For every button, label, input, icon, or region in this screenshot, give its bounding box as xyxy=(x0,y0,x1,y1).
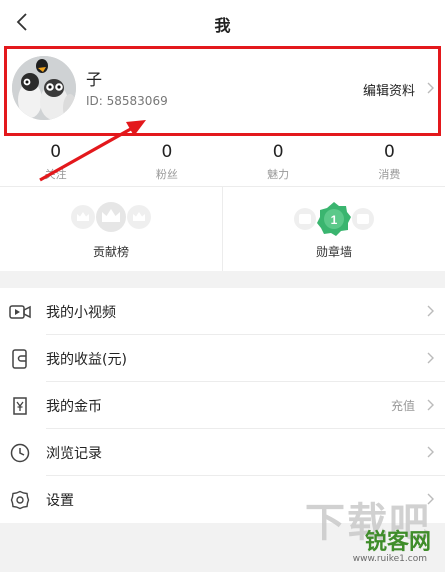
menu-item-my-coins[interactable]: 我的金币 充值 xyxy=(0,382,445,429)
stat-fans[interactable]: 0 粉丝 xyxy=(111,142,222,186)
chevron-right-icon xyxy=(427,446,434,458)
section-gap xyxy=(0,271,445,288)
page-title: 我 xyxy=(214,16,231,35)
crowns-icon xyxy=(71,202,151,232)
medal-wall-button[interactable]: 1 勋章墙 xyxy=(222,187,445,271)
chevron-right-icon xyxy=(427,82,434,94)
stat-spending[interactable]: 0 消费 xyxy=(334,142,445,186)
stat-label: 关注 xyxy=(44,168,67,181)
profile-card[interactable]: 子 ID: 58583069 编辑资料 xyxy=(0,44,445,142)
stat-label: 消费 xyxy=(378,168,401,181)
menu-item-label: 浏览记录 xyxy=(46,445,102,462)
chevron-right-icon xyxy=(427,352,434,364)
wallet-icon xyxy=(9,348,31,370)
watermark-text: www.ruike1.com xyxy=(352,554,427,564)
menu-item-my-videos[interactable]: 我的小视频 xyxy=(0,288,445,335)
top-bar: 我 xyxy=(0,0,445,44)
stat-label: 魅力 xyxy=(267,168,290,181)
username: 子 xyxy=(86,70,103,89)
menu-item-label: 我的收益(元) xyxy=(46,351,127,368)
watermark-text: 锐客网 xyxy=(364,530,431,555)
edit-profile-link[interactable]: 编辑资料 xyxy=(363,80,415,99)
menu-item-my-earnings[interactable]: 我的收益(元) xyxy=(0,335,445,382)
board-label: 贡献榜 xyxy=(92,245,129,259)
stat-value: 0 xyxy=(383,142,395,162)
stat-value: 0 xyxy=(161,142,173,162)
chevron-right-icon xyxy=(427,399,434,411)
penguin-avatar-image xyxy=(12,56,76,120)
clock-icon xyxy=(9,442,31,464)
menu-item-label: 我的金币 xyxy=(46,398,102,415)
medal-badge-number: 1 xyxy=(331,213,338,227)
medal-icon: 1 xyxy=(294,202,374,236)
menu-item-browse-history[interactable]: 浏览记录 xyxy=(0,429,445,476)
stat-label: 粉丝 xyxy=(155,168,178,181)
stats-row: 0 关注 0 粉丝 0 魅力 0 消费 xyxy=(0,142,445,186)
gear-icon xyxy=(9,489,31,511)
boards-row: 贡献榜 1 勋章墙 xyxy=(0,187,445,271)
board-label: 勋章墙 xyxy=(315,245,352,259)
stat-charm[interactable]: 0 魅力 xyxy=(223,142,334,186)
stat-value: 0 xyxy=(272,142,284,162)
coin-icon xyxy=(9,395,31,417)
menu-list: 我的小视频 我的收益(元) 我的金币 充值 浏览记录 设置 xyxy=(0,288,445,523)
video-icon xyxy=(9,301,31,323)
contribution-board-button[interactable]: 贡献榜 xyxy=(0,187,222,271)
user-id: ID: 58583069 xyxy=(86,94,168,108)
stat-following[interactable]: 0 关注 xyxy=(0,142,111,186)
stat-value: 0 xyxy=(50,142,62,162)
menu-item-label: 我的小视频 xyxy=(46,304,116,321)
menu-item-label: 设置 xyxy=(46,492,74,509)
chevron-right-icon xyxy=(427,305,434,317)
avatar[interactable] xyxy=(12,56,76,120)
recharge-label[interactable]: 充值 xyxy=(391,397,415,414)
